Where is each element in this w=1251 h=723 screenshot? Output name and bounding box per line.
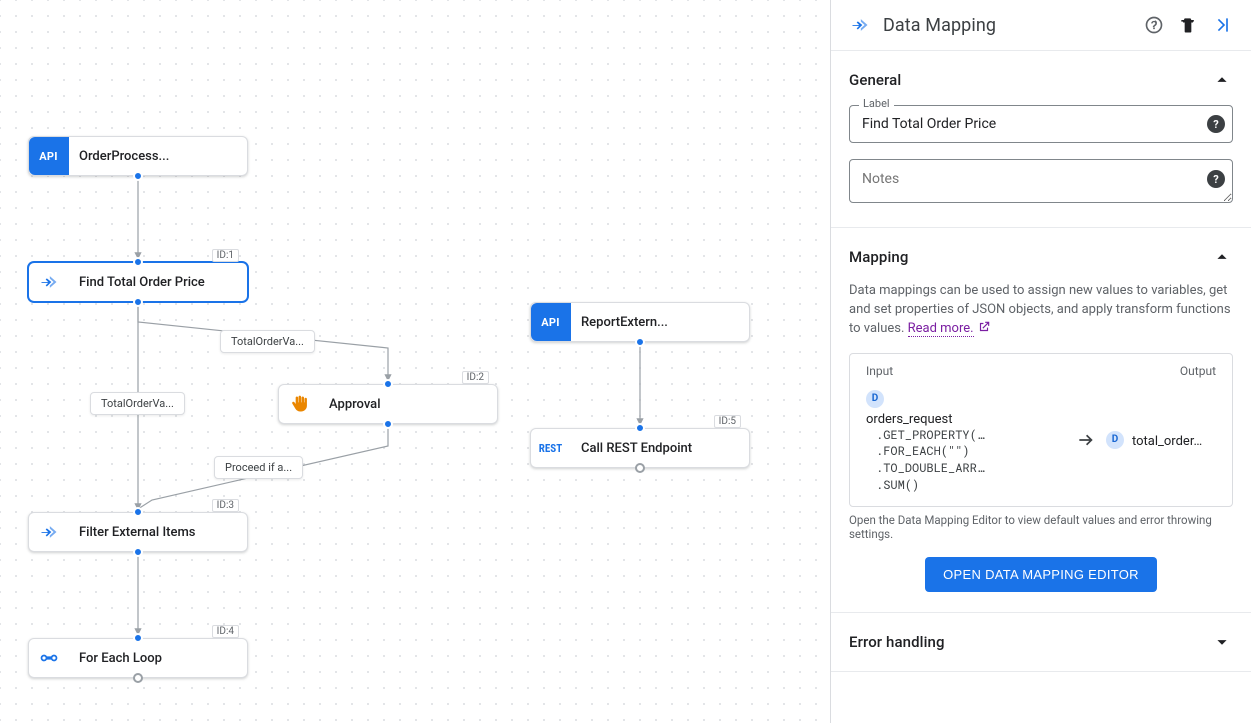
section-general-header[interactable]: General: [849, 69, 1233, 91]
section-mapping-header[interactable]: Mapping: [849, 246, 1233, 268]
port-top[interactable]: [635, 423, 645, 433]
port-bottom[interactable]: [133, 171, 143, 181]
data-mapping-icon: [849, 14, 871, 36]
node-id-tag: ID:2: [462, 371, 489, 384]
port-top[interactable]: [133, 257, 143, 267]
node-label: Find Total Order Price: [69, 263, 247, 301]
node-find-total-order-price[interactable]: Find Total Order Price ID:1: [28, 262, 248, 302]
node-filter-external-items[interactable]: Filter External Items ID:3: [28, 512, 248, 552]
section-error-handling-header[interactable]: Error handling: [849, 631, 1233, 653]
node-label: Call REST Endpoint: [571, 429, 749, 467]
label-input[interactable]: [849, 105, 1233, 143]
api-icon: API: [531, 303, 571, 341]
node-for-each-loop[interactable]: For Each Loop ID:4: [28, 638, 248, 678]
port-bottom[interactable]: [635, 337, 645, 347]
section-general: General Label ? ?: [831, 51, 1251, 228]
port-bottom[interactable]: [133, 673, 143, 683]
mapping-output: D total_order…: [1106, 431, 1216, 453]
notes-input[interactable]: [849, 159, 1233, 203]
external-link-icon: [977, 320, 991, 334]
edge-label-proceed[interactable]: Proceed if a...: [214, 456, 303, 479]
node-order-process[interactable]: API OrderProcess...: [28, 136, 248, 176]
port-bottom[interactable]: [133, 547, 143, 557]
node-id-tag: ID:1: [212, 249, 239, 262]
hand-icon: [279, 385, 319, 423]
panel-title: Data Mapping: [883, 15, 1131, 36]
node-label: Approval: [319, 385, 497, 423]
section-mapping: Mapping Data mappings can be used to ass…: [831, 228, 1251, 613]
node-label: For Each Loop: [69, 639, 247, 677]
data-mapping-icon: [29, 513, 69, 551]
label-field-label: Label: [859, 97, 894, 110]
mapping-description: Data mappings can be used to assign new …: [849, 282, 1233, 339]
port-bottom[interactable]: [383, 419, 393, 429]
chevron-up-icon: [1211, 69, 1233, 91]
edges-layer: [0, 0, 830, 723]
section-mapping-title: Mapping: [849, 248, 908, 266]
section-error-handling-title: Error handling: [849, 633, 945, 651]
node-label: OrderProcess...: [69, 137, 247, 175]
notes-field: ?: [849, 159, 1233, 207]
port-bottom[interactable]: [133, 297, 143, 307]
node-id-tag: ID:5: [714, 415, 741, 428]
output-variable-name: total_order…: [1132, 434, 1202, 449]
delete-icon[interactable]: [1177, 14, 1199, 36]
data-mapping-icon: [29, 263, 69, 301]
edge-label-approval-branch[interactable]: TotalOrderVa...: [220, 330, 315, 353]
mapping-table[interactable]: Input Output D orders_request .GET_PROPE…: [849, 353, 1233, 507]
node-id-tag: ID:3: [212, 499, 239, 512]
node-label: ReportExtern...: [571, 303, 749, 341]
read-more-link[interactable]: Read more.: [908, 321, 974, 337]
mapping-caption: Open the Data Mapping Editor to view def…: [849, 513, 1233, 541]
panel-header: Data Mapping: [831, 0, 1251, 51]
node-label: Filter External Items: [69, 513, 247, 551]
chevron-down-icon: [1211, 631, 1233, 653]
node-approval[interactable]: Approval ID:2: [278, 384, 498, 424]
port-top[interactable]: [383, 379, 393, 389]
edge-label-direct-branch[interactable]: TotalOrderVa...: [90, 392, 185, 415]
chevron-up-icon: [1211, 246, 1233, 268]
label-field: Label ?: [849, 105, 1233, 143]
port-top[interactable]: [133, 507, 143, 517]
section-general-title: General: [849, 71, 901, 89]
rest-icon: REST: [531, 429, 571, 467]
variable-badge: D: [866, 390, 884, 408]
input-header: Input: [866, 364, 1041, 378]
output-header: Output: [1041, 364, 1216, 378]
help-icon[interactable]: [1143, 14, 1165, 36]
loop-icon: [29, 639, 69, 677]
properties-panel: Data Mapping General Label ? ?: [831, 0, 1251, 723]
node-report-extern[interactable]: API ReportExtern...: [530, 302, 750, 342]
node-call-rest-endpoint[interactable]: REST Call REST Endpoint ID:5: [530, 428, 750, 468]
port-bottom[interactable]: [635, 463, 645, 473]
field-help-icon[interactable]: ?: [1207, 170, 1225, 188]
node-id-tag: ID:4: [212, 625, 239, 638]
open-data-mapping-editor-button[interactable]: OPEN DATA MAPPING EDITOR: [925, 557, 1157, 592]
variable-badge: D: [1106, 431, 1124, 449]
field-help-icon[interactable]: ?: [1207, 115, 1225, 133]
port-top[interactable]: [133, 633, 143, 643]
api-icon: API: [29, 137, 69, 175]
input-variable-name: orders_request: [866, 412, 1066, 427]
arrow-right-icon: [1076, 430, 1096, 454]
collapse-panel-icon[interactable]: [1211, 14, 1233, 36]
flow-canvas[interactable]: API OrderProcess... Find Total Order Pri…: [0, 0, 831, 723]
section-error-handling: Error handling: [831, 613, 1251, 672]
mapping-input: D orders_request .GET_PROPERTY(… .FOR_EA…: [866, 390, 1066, 494]
